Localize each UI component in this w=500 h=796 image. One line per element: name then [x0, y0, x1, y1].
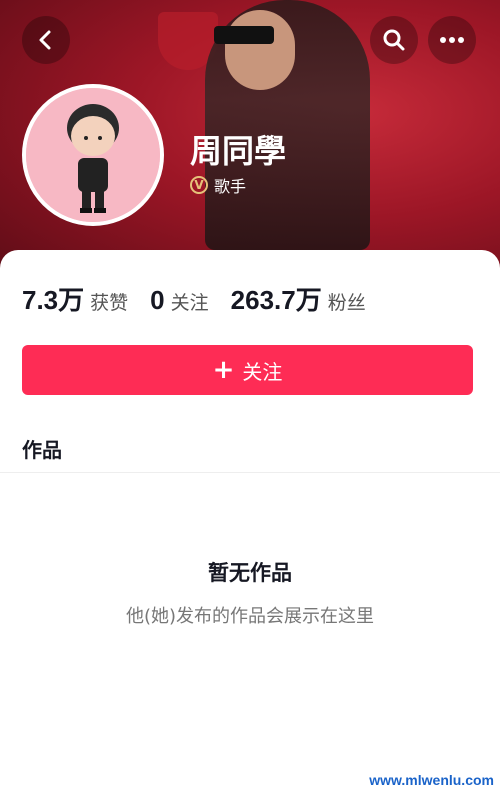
- verified-badge: V 歌手: [190, 173, 246, 197]
- tab-works[interactable]: 作品: [22, 434, 62, 463]
- stat-likes[interactable]: 7.3万 获赞: [22, 280, 128, 317]
- stat-followers[interactable]: 263.7万 粉丝: [231, 280, 366, 317]
- watermark-text: www.mlwenlu.com: [369, 772, 494, 788]
- back-button[interactable]: [22, 16, 70, 64]
- follow-button[interactable]: + 关注: [22, 345, 473, 395]
- verified-icon: V: [190, 176, 208, 194]
- banner-sunglasses: [214, 26, 274, 44]
- stat-following-label: 关注: [170, 293, 209, 314]
- stat-followers-label: 粉丝: [327, 293, 366, 314]
- stat-likes-label: 获赞: [90, 293, 129, 314]
- chevron-left-icon: [39, 30, 51, 50]
- search-icon: [383, 29, 405, 51]
- stat-likes-value: 7.3万: [22, 285, 85, 315]
- stat-following[interactable]: 0 关注: [150, 285, 208, 316]
- stat-followers-value: 263.7万: [230, 285, 322, 315]
- profile-name: 周同學: [190, 132, 287, 170]
- more-horizontal-icon: [440, 37, 464, 43]
- more-button[interactable]: [428, 16, 476, 64]
- avatar[interactable]: [22, 84, 164, 226]
- tab-divider: [0, 472, 500, 473]
- search-button[interactable]: [370, 16, 418, 64]
- profile-stats: 7.3万 获赞 0 关注 263.7万 粉丝: [22, 280, 388, 317]
- cartoon-avatar-image: [26, 88, 160, 222]
- empty-state-title: 暂无作品: [208, 561, 292, 585]
- empty-state-subtitle: 他(她)发布的作品会展示在这里: [125, 606, 375, 627]
- badge-label: 歌手: [214, 177, 247, 196]
- banner-person-face: [225, 10, 295, 90]
- plus-icon: +: [212, 355, 235, 385]
- stat-following-value: 0: [150, 285, 165, 315]
- follow-button-label: 关注: [242, 359, 283, 384]
- profile-content-sheet: [0, 250, 500, 796]
